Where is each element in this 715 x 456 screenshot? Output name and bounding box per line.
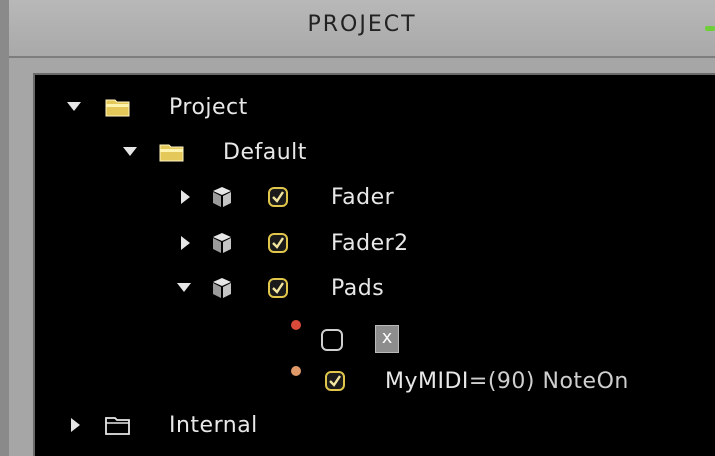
tree-item-internal[interactable]: Internal [35,407,715,447]
tree-item-label: Project [169,95,248,120]
enable-checkbox[interactable] [268,187,288,207]
tree-item-label: Internal [169,413,258,438]
expand-arrow-icon[interactable] [67,102,81,111]
tree-item-label: Pads [331,276,385,301]
panel-title: PROJECT [307,12,417,37]
cube-icon [213,278,231,298]
collapse-arrow-icon[interactable] [181,190,190,204]
tree-item-fader[interactable]: Fader [35,179,715,219]
status-dot-icon [291,320,301,330]
tree-item-project[interactable]: Project [35,89,715,129]
cube-icon [213,187,231,207]
tree-item-label: Fader2 [331,231,409,256]
minimize-icon[interactable] [705,26,715,31]
collapse-arrow-icon[interactable] [71,418,80,432]
folder-closed-icon [105,417,130,435]
tree-item-pad-mapping-2[interactable]: MyMIDI=(90) NoteOn [35,361,715,401]
tree-item-label: Fader [331,185,395,210]
folder-open-icon [159,144,184,162]
value-box[interactable]: x [375,325,399,353]
folder-open-icon [105,99,130,117]
collapse-arrow-icon[interactable] [181,236,190,250]
tree-item-pads[interactable]: Pads [35,270,715,310]
tree-item-pad-mapping-1[interactable]: x [35,315,715,355]
cube-icon [213,233,231,253]
panel-titlebar[interactable]: PROJECT [9,0,715,58]
enable-checkbox[interactable] [325,371,345,391]
tree-item-label: Default [223,140,307,165]
tree-item-fader2[interactable]: Fader2 [35,225,715,265]
enable-checkbox[interactable] [268,233,288,253]
tree-item-default[interactable]: Default [35,134,715,174]
midi-name: MyMIDI [385,369,469,394]
enable-checkbox[interactable] [321,329,343,351]
midi-value: =(90) NoteOn [468,369,629,394]
expand-arrow-icon[interactable] [123,147,137,156]
project-panel: PROJECT Project Default Fader Fader2 Pad… [0,0,715,456]
status-dot-icon [291,366,301,376]
midi-mapping-label: MyMIDI=(90) NoteOn [385,369,629,394]
project-tree[interactable]: Project Default Fader Fader2 Pads x MyMI… [33,73,715,456]
enable-checkbox[interactable] [268,278,288,298]
expand-arrow-icon[interactable] [177,283,191,292]
